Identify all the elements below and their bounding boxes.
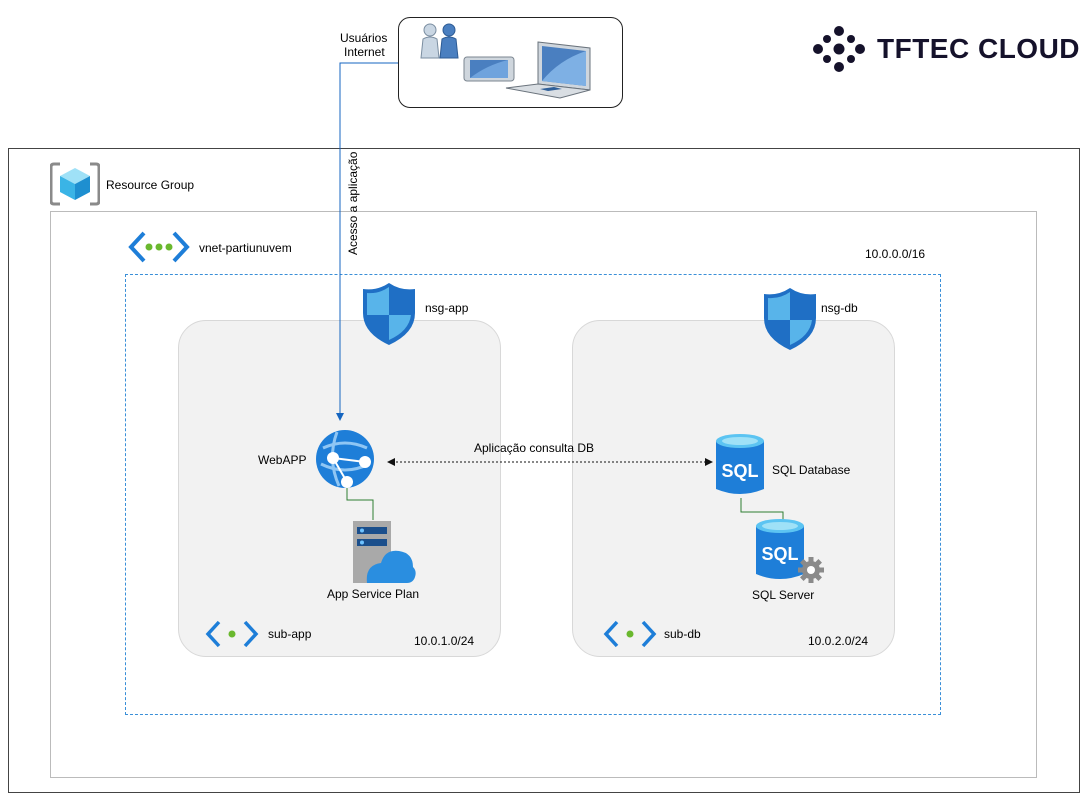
users-icon	[420, 23, 459, 59]
sql-server-label: SQL Server	[752, 588, 815, 602]
svg-text:SQL: SQL	[721, 461, 758, 481]
vnet-label: vnet-partiunuvem	[199, 241, 292, 255]
nsg-db-label: nsg-db	[821, 301, 858, 315]
resource-group-icon	[50, 162, 100, 206]
subnet-app-label: sub-app	[268, 627, 312, 641]
vnet-cidr: 10.0.0.0/16	[865, 247, 926, 261]
db-server-connector	[740, 498, 784, 520]
webapp-label: WebAPP	[258, 453, 307, 467]
users-label-line2: Internet	[344, 45, 385, 59]
brand-name: TFTEC CLOUD	[877, 33, 1081, 64]
connector-layer	[336, 62, 784, 520]
subnet-db-icon	[603, 620, 657, 648]
subnet-app-icon	[205, 620, 259, 648]
sql-database-label: SQL Database	[772, 463, 851, 477]
sql-server-icon: SQL	[756, 519, 824, 583]
resource-group-label: Resource Group	[106, 178, 195, 192]
tftec-logo-icon	[813, 26, 865, 72]
app-db-connection-label: Aplicação consulta DB	[474, 441, 595, 455]
app-service-plan-icon	[353, 521, 416, 583]
svg-text:SQL: SQL	[761, 544, 798, 564]
nsg-app-shield-icon	[363, 283, 415, 345]
nsg-app-label: nsg-app	[425, 301, 469, 315]
laptop-icon	[505, 41, 591, 99]
user-access-label: Acesso a aplicação	[346, 151, 360, 255]
webapp-plan-connector	[346, 486, 374, 520]
vnet-icon	[128, 231, 190, 263]
nsg-db-shield-icon	[764, 288, 816, 350]
gear-icon	[798, 557, 824, 583]
subnet-db-label: sub-db	[664, 627, 701, 641]
users-label-line1: Usuários	[340, 31, 388, 45]
app-service-plan-label: App Service Plan	[327, 587, 420, 601]
subnet-app-cidr: 10.0.1.0/24	[414, 634, 475, 648]
subnet-db-cidr: 10.0.2.0/24	[808, 634, 869, 648]
sql-database-icon: SQL	[716, 434, 764, 494]
webapp-globe-icon	[316, 430, 374, 488]
